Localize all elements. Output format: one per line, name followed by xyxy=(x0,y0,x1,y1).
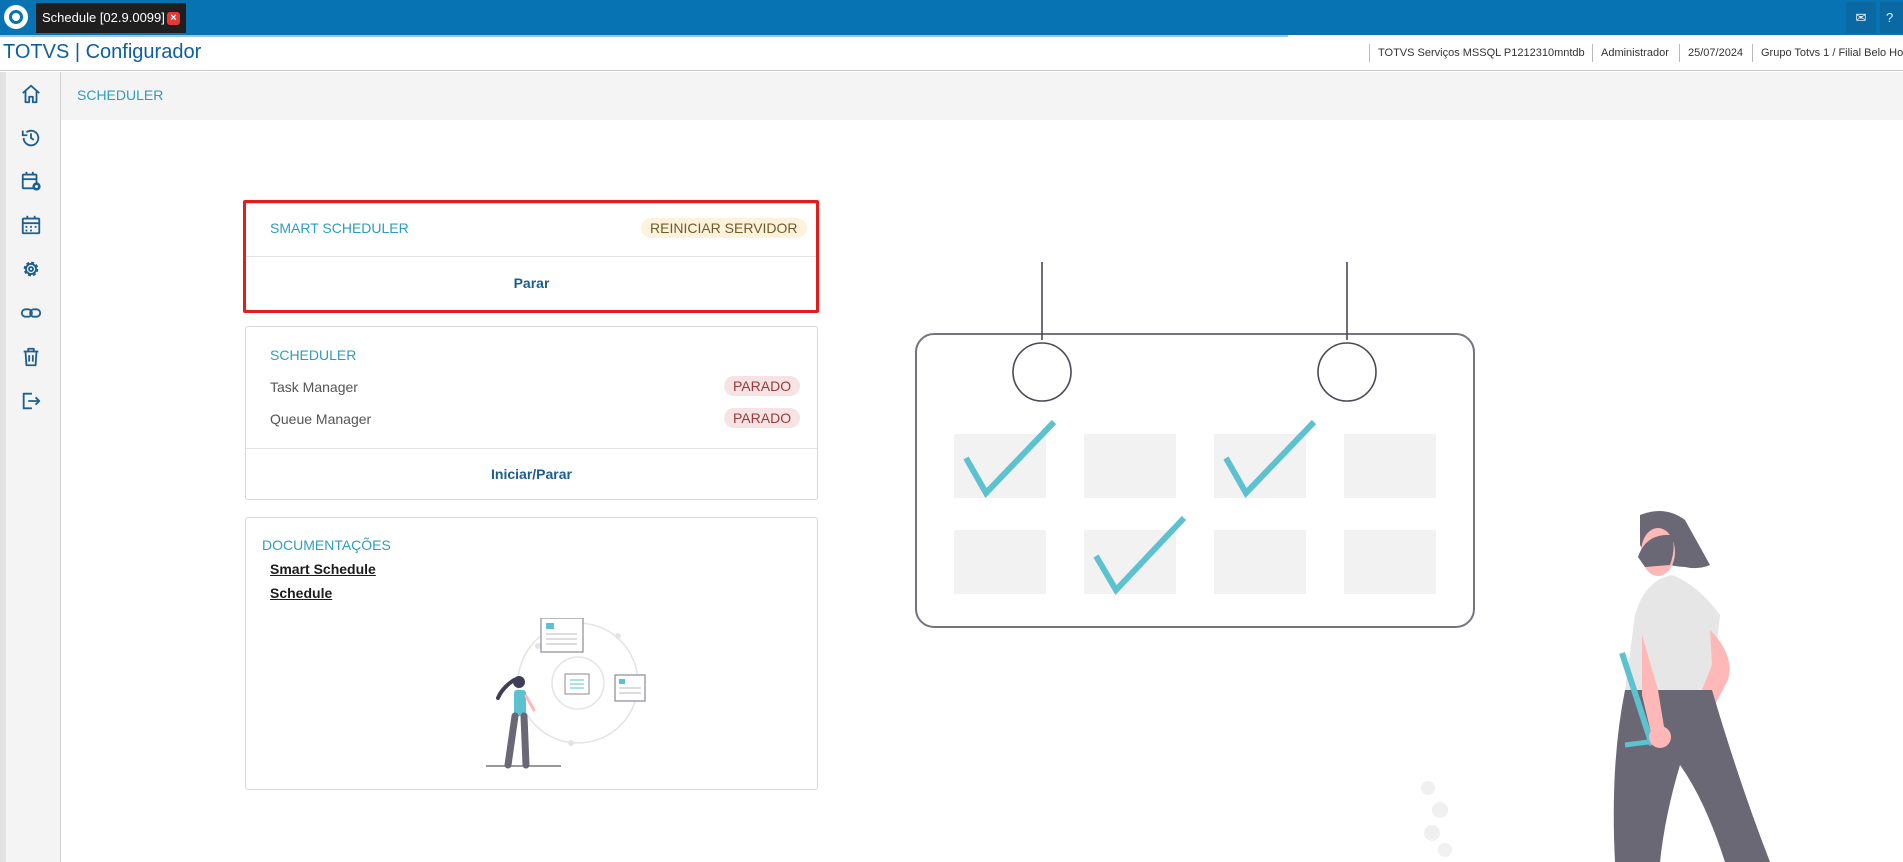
totvs-logo xyxy=(4,5,28,29)
link-icon[interactable] xyxy=(20,302,42,324)
divider xyxy=(1369,44,1370,62)
divider xyxy=(1752,44,1753,62)
calendar-settings-icon[interactable] xyxy=(20,170,42,192)
divider xyxy=(246,256,817,257)
calendar-icon[interactable] xyxy=(20,214,42,236)
date-info: 25/07/2024 xyxy=(1688,47,1744,59)
progress-line xyxy=(0,35,1288,37)
documentation-title: DOCUMENTAÇÕES xyxy=(262,537,391,553)
scheduler-title: SCHEDULER xyxy=(270,347,357,363)
user-info: Administrador xyxy=(1601,47,1669,59)
documentation-illustration xyxy=(486,618,646,769)
page-title: SCHEDULER xyxy=(77,87,164,103)
sidebar xyxy=(0,72,61,862)
title-bar: Schedule [02.9.0099] × ✉ ? xyxy=(0,0,1903,35)
trash-icon[interactable] xyxy=(20,346,42,368)
smart-scheduler-title: SMART SCHEDULER xyxy=(270,220,409,236)
history-icon[interactable] xyxy=(20,127,42,149)
task-manager-label: Task Manager xyxy=(270,379,358,395)
schedule-link[interactable]: Schedule xyxy=(270,585,332,601)
sidebar-rail xyxy=(0,72,6,862)
restart-server-badge[interactable]: REINICIAR SERVIDOR xyxy=(641,218,807,238)
gear-icon[interactable] xyxy=(20,258,42,280)
queue-manager-status-badge: PARADO xyxy=(724,408,801,428)
smart-schedule-link[interactable]: Smart Schedule xyxy=(270,561,376,577)
divider xyxy=(246,448,817,449)
scheduler-card: SCHEDULER Task Manager PARADO Queue Mana… xyxy=(245,326,818,500)
person-illustration xyxy=(1421,511,1770,862)
stop-button[interactable]: Parar xyxy=(246,275,817,291)
task-manager-status-badge: PARADO xyxy=(724,376,801,396)
company-info: Grupo Totvs 1 / Filial Belo Ho xyxy=(1761,47,1903,59)
tab-title: Schedule [02.9.0099] xyxy=(42,10,165,25)
mail-icon[interactable]: ✉ xyxy=(1846,2,1876,33)
app-title: TOTVS | Configurador xyxy=(3,41,202,63)
home-icon[interactable] xyxy=(20,83,42,105)
calendar-illustration xyxy=(915,262,1475,628)
start-stop-button[interactable]: Iniciar/Parar xyxy=(246,466,817,482)
divider xyxy=(1679,44,1680,62)
app-header: TOTVS | Configurador TOTVS Serviços MSSQ… xyxy=(0,35,1903,71)
queue-manager-label: Queue Manager xyxy=(270,411,372,427)
help-icon[interactable]: ? xyxy=(1880,2,1903,33)
close-icon[interactable]: × xyxy=(167,12,180,25)
documentation-card: DOCUMENTAÇÕES Smart Schedule Schedule xyxy=(245,517,818,790)
smart-scheduler-card: SMART SCHEDULER REINICIAR SERVIDOR Parar xyxy=(245,203,818,311)
server-info: TOTVS Serviços MSSQL P1212310mntdb xyxy=(1378,47,1585,59)
divider xyxy=(1592,44,1593,62)
page-header: SCHEDULER xyxy=(61,72,1903,120)
tab-schedule[interactable]: Schedule [02.9.0099] × xyxy=(36,3,186,33)
logout-icon[interactable] xyxy=(20,390,42,412)
